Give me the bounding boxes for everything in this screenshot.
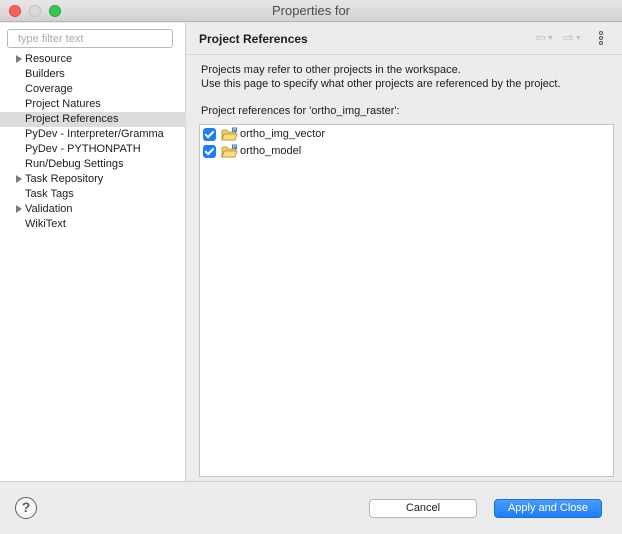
property-page-panel: Project References ⇦▼ ⇨▼ Projects may re… <box>187 23 622 481</box>
description-line: Use this page to specify what other proj… <box>201 78 561 90</box>
expand-arrow-icon[interactable] <box>16 55 22 63</box>
svg-text:P: P <box>233 144 236 150</box>
tree-item-project-natures[interactable]: Project Natures <box>0 97 186 112</box>
tree-item-pydev-interpreter[interactable]: PyDev - Interpreter/Gramma <box>0 127 186 142</box>
dialog-button-bar: ? Cancel Apply and Close <box>0 481 622 534</box>
view-menu-icon[interactable] <box>598 31 606 47</box>
tree-item-label: Validation <box>25 203 73 215</box>
tree-item-label: Run/Debug Settings <box>25 158 124 170</box>
tree-item-project-references[interactable]: Project References <box>0 112 186 127</box>
tree-item-label: Task Tags <box>25 188 74 200</box>
tree-item-coverage[interactable]: Coverage <box>0 82 186 97</box>
tree-item-label: PyDev - Interpreter/Gramma <box>25 128 164 140</box>
tree-item-run-debug-settings[interactable]: Run/Debug Settings <box>0 157 186 172</box>
tree-item-label: WikiText <box>25 218 66 230</box>
cancel-button[interactable]: Cancel <box>369 499 477 518</box>
list-item[interactable]: P ortho_model <box>203 144 603 160</box>
header-divider <box>187 54 622 55</box>
tree-item-label: Task Repository <box>25 173 104 185</box>
forward-arrow-icon: ⇨ <box>563 30 574 45</box>
tree-item-resource[interactable]: Resource <box>0 52 186 67</box>
tree-item-label: Project Natures <box>25 98 101 110</box>
back-button[interactable]: ⇦▼ <box>535 31 559 45</box>
chevron-down-icon: ▼ <box>574 34 582 42</box>
project-folder-icon: P <box>221 144 238 158</box>
help-icon: ? <box>21 499 31 515</box>
tree-item-pydev-pythonpath[interactable]: PyDev - PYTHONPATH <box>0 142 186 157</box>
filter-input[interactable] <box>7 29 173 48</box>
help-button[interactable]: ? <box>15 497 37 519</box>
tree-item-label: Project References <box>25 113 119 125</box>
tree-item-label: PyDev - PYTHONPATH <box>25 143 141 155</box>
tree-item-task-tags[interactable]: Task Tags <box>0 187 186 202</box>
tree-item-task-repository[interactable]: Task Repository <box>0 172 186 187</box>
tree-item-validation[interactable]: Validation <box>0 202 186 217</box>
reference-name: ortho_img_vector <box>240 128 325 140</box>
reference-checkbox[interactable] <box>203 145 216 158</box>
tree-item-builders[interactable]: Builders <box>0 67 186 82</box>
expand-arrow-icon[interactable] <box>16 175 22 183</box>
page-description: Projects may refer to other projects in … <box>201 63 561 91</box>
tree-item-label: Resource <box>25 53 73 65</box>
reference-name: ortho_model <box>240 145 302 157</box>
back-arrow-icon: ⇦ <box>535 30 546 45</box>
page-title: Project References <box>199 32 308 46</box>
window-title: Properties for <box>271 3 351 18</box>
tree-item-label: Coverage <box>25 83 73 95</box>
apply-and-close-button[interactable]: Apply and Close <box>494 499 602 518</box>
title-bar: Properties for <box>0 0 622 22</box>
list-item[interactable]: P ortho_img_vector <box>203 127 603 143</box>
tree-item-label: Builders <box>25 68 65 80</box>
property-pages-sidebar: Resource Builders Coverage Project Natur… <box>0 23 186 481</box>
project-references-list[interactable]: P ortho_img_vector P ortho_model <box>199 124 614 477</box>
tree-item-wikitext[interactable]: WikiText <box>0 217 186 232</box>
project-folder-icon: P <box>221 127 238 141</box>
expand-arrow-icon[interactable] <box>16 205 22 213</box>
reference-checkbox[interactable] <box>203 128 216 141</box>
forward-button[interactable]: ⇨▼ <box>563 31 587 45</box>
svg-text:P: P <box>233 127 236 133</box>
chevron-down-icon: ▼ <box>546 34 554 42</box>
project-references-label: Project references for 'ortho_img_raster… <box>201 105 400 117</box>
property-pages-tree: Resource Builders Coverage Project Natur… <box>0 52 186 232</box>
description-line: Projects may refer to other projects in … <box>201 64 461 76</box>
properties-window: Properties for Resource Builders Coverag… <box>0 0 622 534</box>
